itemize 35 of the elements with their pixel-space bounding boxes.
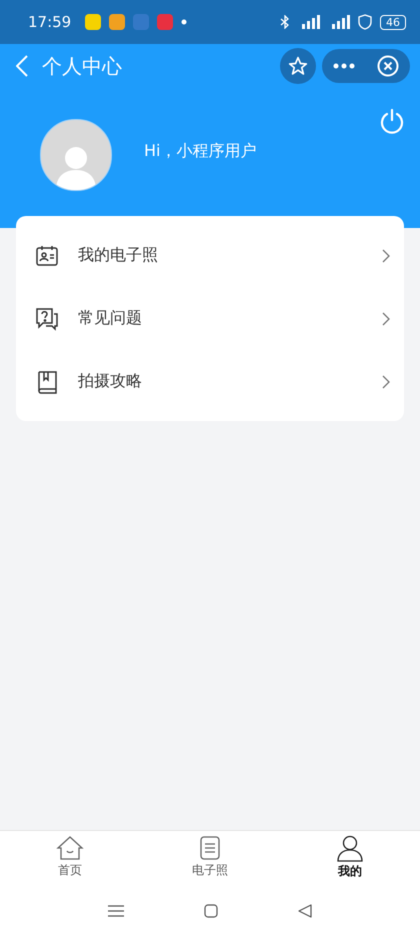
menu-item[interactable]: 常见问题 xyxy=(16,287,404,350)
greeting-text: Hi，小程序用户 xyxy=(144,141,258,162)
back-icon[interactable] xyxy=(16,55,28,77)
favorite-button[interactable] xyxy=(280,48,316,84)
status-time: 17:59 xyxy=(28,13,72,31)
tab-item[interactable]: 电子照 xyxy=(140,831,280,883)
menu-icon[interactable] xyxy=(108,904,124,916)
question-bubble-icon xyxy=(34,306,60,330)
tab-item[interactable]: 我的 xyxy=(280,831,420,883)
person-icon xyxy=(336,834,364,862)
id-card-icon xyxy=(35,244,59,266)
app-notification-icon xyxy=(109,14,126,30)
star-icon xyxy=(288,56,308,76)
menu-item[interactable]: 我的电子照 xyxy=(16,224,404,287)
app-notification-icon xyxy=(85,14,102,30)
chevron-right-icon xyxy=(382,248,390,262)
document-icon xyxy=(199,835,221,861)
home-icon xyxy=(56,835,84,861)
chevron-right-icon xyxy=(382,374,390,388)
chevron-right-icon xyxy=(382,312,390,326)
battery-level: 46 xyxy=(380,14,406,30)
app-notification-icon xyxy=(133,14,150,30)
more-icon[interactable] xyxy=(333,63,355,69)
home-square-icon[interactable] xyxy=(204,904,218,918)
page-title: 个人中心 xyxy=(42,52,123,80)
close-icon[interactable] xyxy=(377,55,399,77)
tab-item[interactable]: 首页 xyxy=(0,831,140,883)
power-icon[interactable] xyxy=(380,108,404,134)
dot-icon xyxy=(181,19,188,25)
book-icon xyxy=(36,370,58,394)
menu-item[interactable]: 拍摄攻略 xyxy=(16,350,404,413)
back-triangle-icon[interactable] xyxy=(298,904,312,918)
app-notification-icon xyxy=(157,14,174,30)
shield-icon xyxy=(358,14,372,30)
bluetooth-icon xyxy=(280,15,290,29)
